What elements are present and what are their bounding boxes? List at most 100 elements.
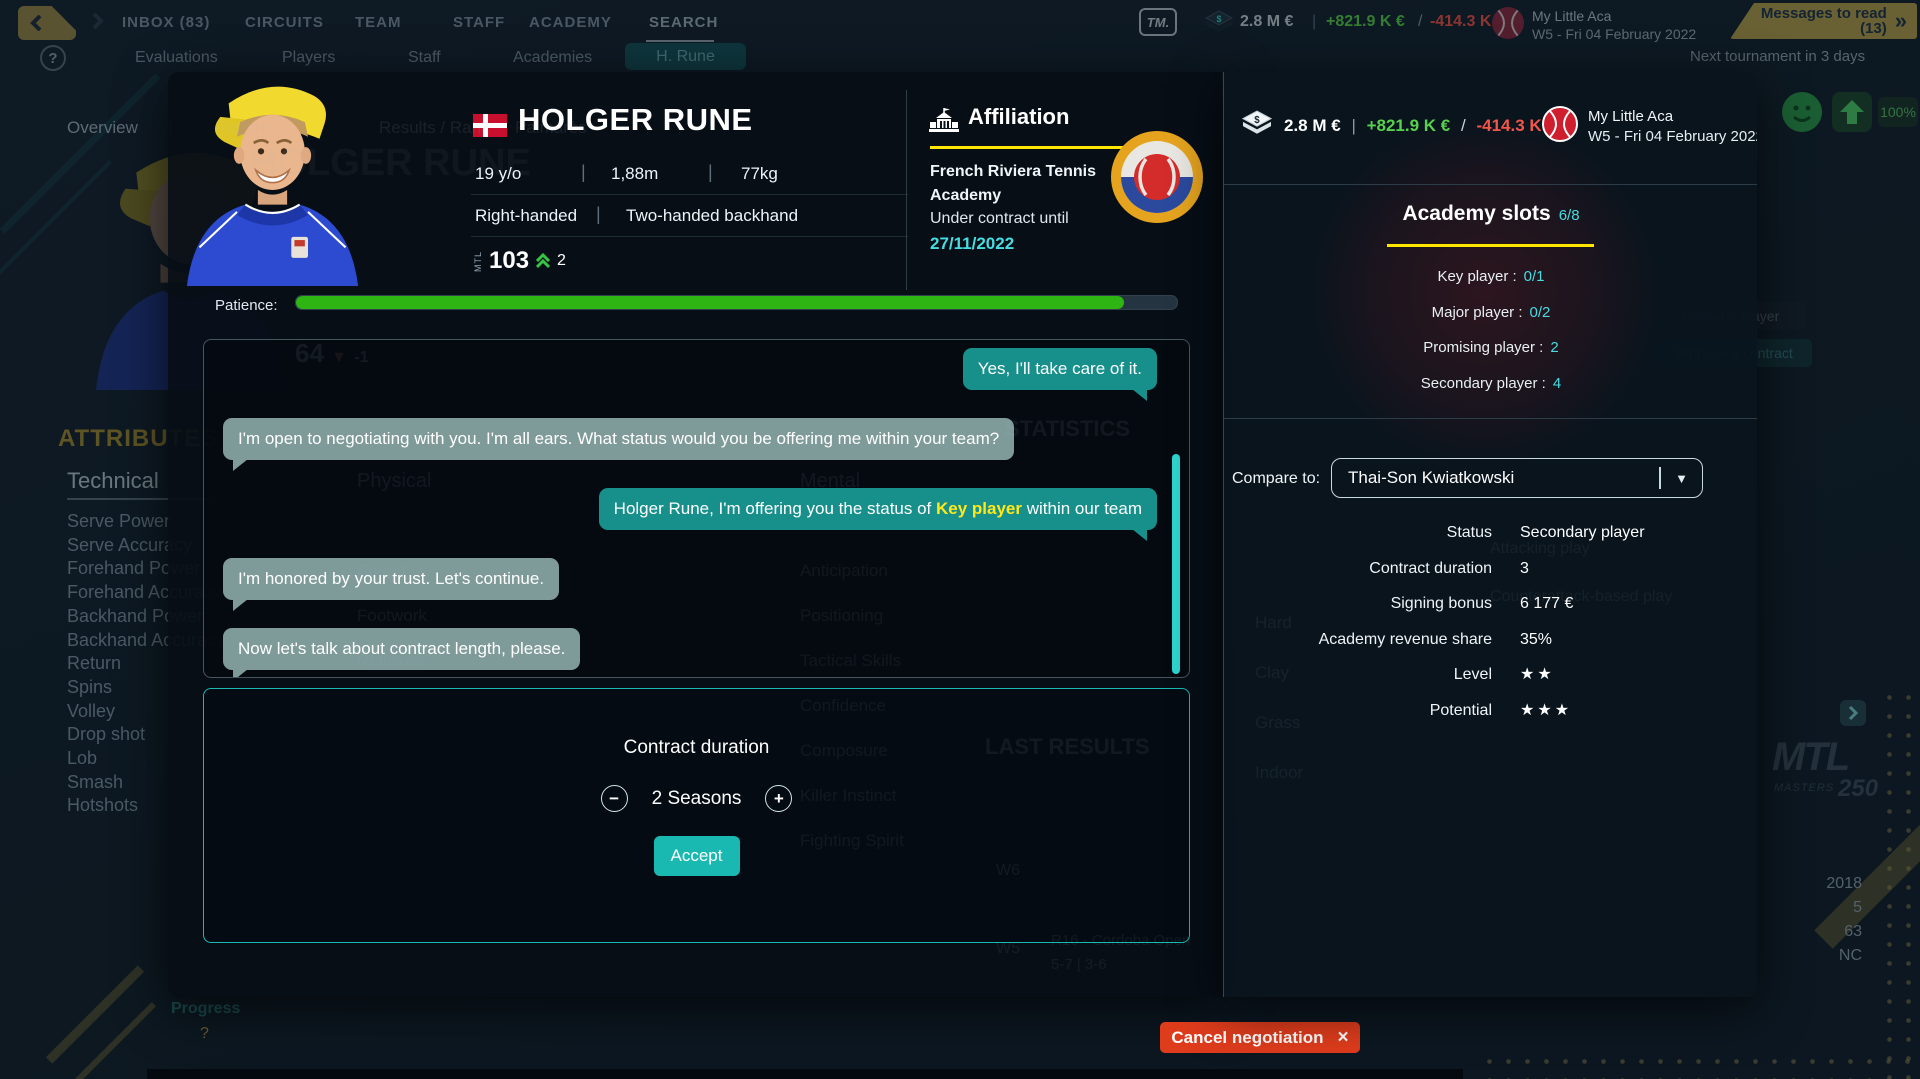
detail-label: Contract duration — [1224, 560, 1492, 596]
bubble-text: I'm open to negotiating with you. I'm al… — [238, 429, 999, 448]
detail-row: Contract duration 3 — [1224, 560, 1757, 596]
affiliation-title: Affiliation — [968, 104, 1069, 130]
patience-label: Patience: — [215, 297, 278, 314]
detail-row: Academy revenue share 35% — [1224, 631, 1757, 667]
slot-label: Major player : — [1432, 304, 1523, 321]
bubble-text: within our team — [1022, 499, 1142, 518]
slot-value: 0/2 — [1530, 304, 1551, 321]
slot-label: Secondary player : — [1421, 375, 1546, 392]
detail-row: Signing bonus6 177 € — [1224, 595, 1757, 631]
rank-change: 2 — [557, 252, 566, 270]
chat-bubble-left: I'm open to negotiating with you. I'm al… — [223, 418, 1014, 460]
slots-underline — [1387, 244, 1594, 247]
bubble-text: Yes, I'll take care of it. — [978, 359, 1142, 378]
chat-history: Yes, I'll take care of it. I'm open to ne… — [203, 339, 1190, 678]
svg-text:$: $ — [1254, 115, 1260, 126]
negotiation-dialog: HOLGER RUNE 19 y/o | 1,88m | 77kg Right-… — [168, 72, 1222, 997]
player-rank: MTL 103 2 — [473, 247, 566, 275]
bubble-text: I'm honored by your trust. Let's continu… — [238, 569, 544, 588]
cancel-negotiation-button[interactable]: Cancel negotiation × — [1160, 1022, 1360, 1053]
accept-button[interactable]: Accept — [654, 836, 740, 876]
highlighted-term: Key player — [936, 499, 1022, 518]
affiliation-academy-line1: French Riviera Tennis — [930, 160, 1096, 184]
dropdown-selected-value: Thai-Son Kwiatkowski — [1348, 468, 1659, 488]
chat-bubble-right: Holger Rune, I'm offering you the status… — [599, 488, 1157, 530]
slot-row: Secondary player : 4 — [1224, 375, 1757, 411]
chat-scrollbar[interactable] — [1172, 454, 1180, 674]
detail-row: Potential★★★ — [1224, 702, 1757, 738]
patience-fill — [296, 296, 1124, 309]
player-name: HOLGER RUNE — [518, 102, 753, 138]
detail-row: Level ★★ — [1224, 666, 1757, 702]
app-window: INBOX (83) CIRCUITS TEAM STAFF ACADEMY S… — [0, 0, 1920, 1079]
chat-messages: Yes, I'll take care of it. I'm open to ne… — [223, 348, 1169, 670]
academy-slots-count: 6/8 — [1559, 207, 1580, 224]
detail-value: 6 177 € — [1520, 595, 1573, 631]
player-photo — [168, 72, 377, 286]
slot-value: 0/1 — [1524, 268, 1545, 285]
contract-duration-title: Contract duration — [624, 737, 770, 759]
panel-divider — [1224, 184, 1757, 185]
slot-row: Major player : 0/2 — [1224, 304, 1757, 340]
slot-row: Promising player : 2 — [1224, 339, 1757, 375]
player-height: 1,88m — [611, 164, 658, 184]
detail-label: Potential — [1224, 702, 1492, 738]
compare-to-label: Compare to: — [1232, 470, 1320, 488]
contract-offer-panel: Contract duration − 2 Seasons + Accept — [203, 688, 1190, 943]
chat-bubble-right: Yes, I'll take care of it. — [963, 348, 1157, 390]
affiliation-contract-label: Under contract until — [930, 210, 1069, 228]
rank-value: 103 — [489, 247, 529, 275]
offer-detail-rows: Status Secondary player Contract duration 3… — [1224, 524, 1757, 737]
player-hand: Right-handed — [475, 206, 577, 226]
panel-finances: 2.8 M € | +821.9 K € / -414.3 K € — [1284, 116, 1556, 136]
money-icon: $ — [1240, 110, 1274, 138]
detail-value: 35% — [1520, 631, 1552, 667]
academy-slots-header: Academy slots 6/8 — [1224, 202, 1757, 226]
affiliation-academy-line2: Academy — [930, 184, 1001, 208]
info-sep: | — [581, 162, 586, 183]
rank-system-label: MTL — [473, 251, 483, 272]
detail-row: Status Secondary player — [1224, 524, 1757, 560]
duration-stepper: − 2 Seasons + — [601, 785, 793, 812]
chat-bubble-left: I'm honored by your trust. Let's continu… — [223, 558, 559, 600]
star-rating: ★★ — [1520, 666, 1555, 702]
chat-bubble-left: Now let's talk about contract length, pl… — [223, 628, 580, 670]
panel-academy-name: My Little Aca — [1588, 108, 1673, 125]
decrement-button[interactable]: − — [601, 785, 628, 812]
slot-label: Key player : — [1437, 268, 1516, 285]
panel-income: +821.9 K € — [1367, 116, 1451, 135]
detail-value: Secondary player — [1520, 524, 1645, 560]
detail-label: Academy revenue share — [1224, 631, 1492, 667]
panel-date: W5 - Fri 04 February 2022 — [1588, 128, 1757, 145]
detail-label: Level — [1224, 666, 1492, 702]
panel-divider — [1224, 418, 1757, 419]
detail-label: Status — [1224, 524, 1492, 560]
compare-player-dropdown[interactable]: Thai-Son Kwiatkowski ▼ — [1331, 458, 1703, 498]
affiliation-divider — [906, 90, 907, 290]
my-academy-ball-icon — [1542, 106, 1578, 142]
info-divider — [471, 194, 908, 195]
finance-sep: / — [1461, 116, 1466, 135]
academy-building-icon — [928, 106, 960, 134]
panel-balance: 2.8 M € — [1284, 116, 1341, 135]
player-backhand: Two-handed backhand — [626, 206, 798, 226]
patience-bar — [295, 295, 1178, 310]
affiliation-contract-date: 27/11/2022 — [930, 234, 1014, 254]
slot-label: Promising player : — [1423, 339, 1543, 356]
academy-logo — [1110, 130, 1204, 224]
slot-rows: Key player : 0/1 Major player : 0/2 Promisin… — [1224, 268, 1757, 410]
player-weight: 77kg — [741, 164, 778, 184]
detail-value: 3 — [1520, 560, 1529, 596]
close-icon: × — [1337, 1027, 1348, 1049]
bubble-text: Holger Rune, I'm offering you the status… — [614, 499, 936, 518]
academy-slots-title: Academy slots — [1402, 202, 1550, 225]
slot-value: 2 — [1550, 339, 1558, 356]
cancel-label: Cancel negotiation — [1171, 1028, 1323, 1048]
info-divider — [471, 236, 908, 237]
slot-value: 4 — [1553, 375, 1561, 392]
slot-row: Key player : 0/1 — [1224, 268, 1757, 304]
academy-side-panel: $ 2.8 M € | +821.9 K € / -414.3 K € My L… — [1223, 72, 1757, 997]
player-age: 19 y/o — [475, 164, 521, 184]
increment-button[interactable]: + — [765, 785, 792, 812]
denmark-flag-icon — [473, 114, 507, 137]
